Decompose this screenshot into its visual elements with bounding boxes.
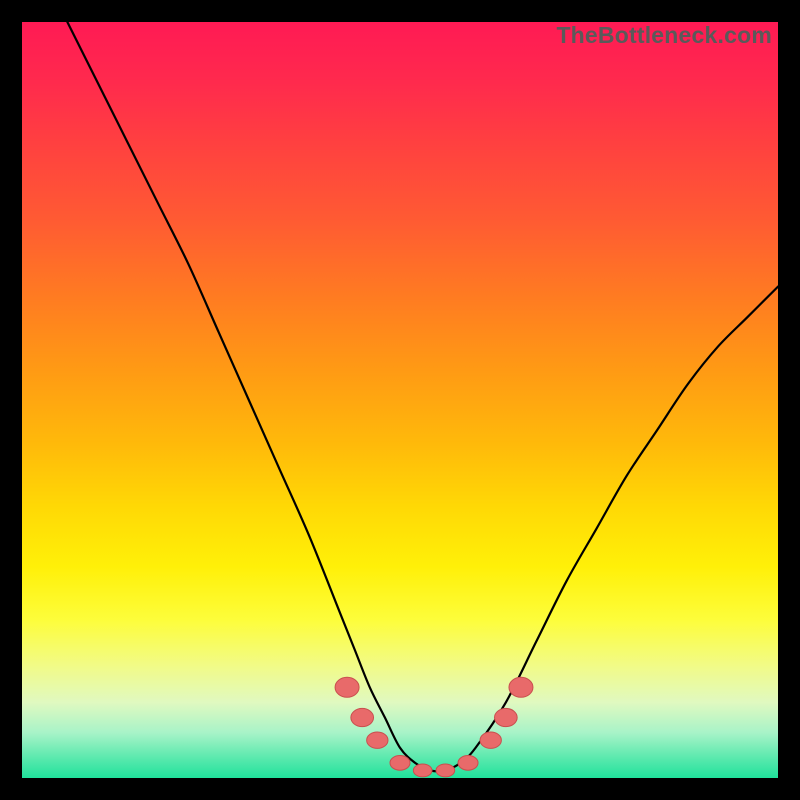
curve-marker — [495, 708, 518, 726]
curve-marker — [413, 764, 432, 777]
curve-markers — [335, 677, 533, 777]
curve-marker — [351, 708, 374, 726]
chart-frame: TheBottleneck.com — [0, 0, 800, 800]
curve-svg — [22, 22, 778, 778]
curve-marker — [367, 732, 388, 748]
curve-marker — [458, 756, 478, 771]
curve-marker — [390, 756, 410, 771]
bottleneck-curve — [67, 22, 778, 771]
curve-marker — [480, 732, 501, 748]
watermark-text: TheBottleneck.com — [556, 22, 772, 49]
curve-marker — [335, 677, 359, 697]
curve-marker — [436, 764, 455, 777]
plot-area: TheBottleneck.com — [22, 22, 778, 778]
curve-marker — [509, 677, 533, 697]
